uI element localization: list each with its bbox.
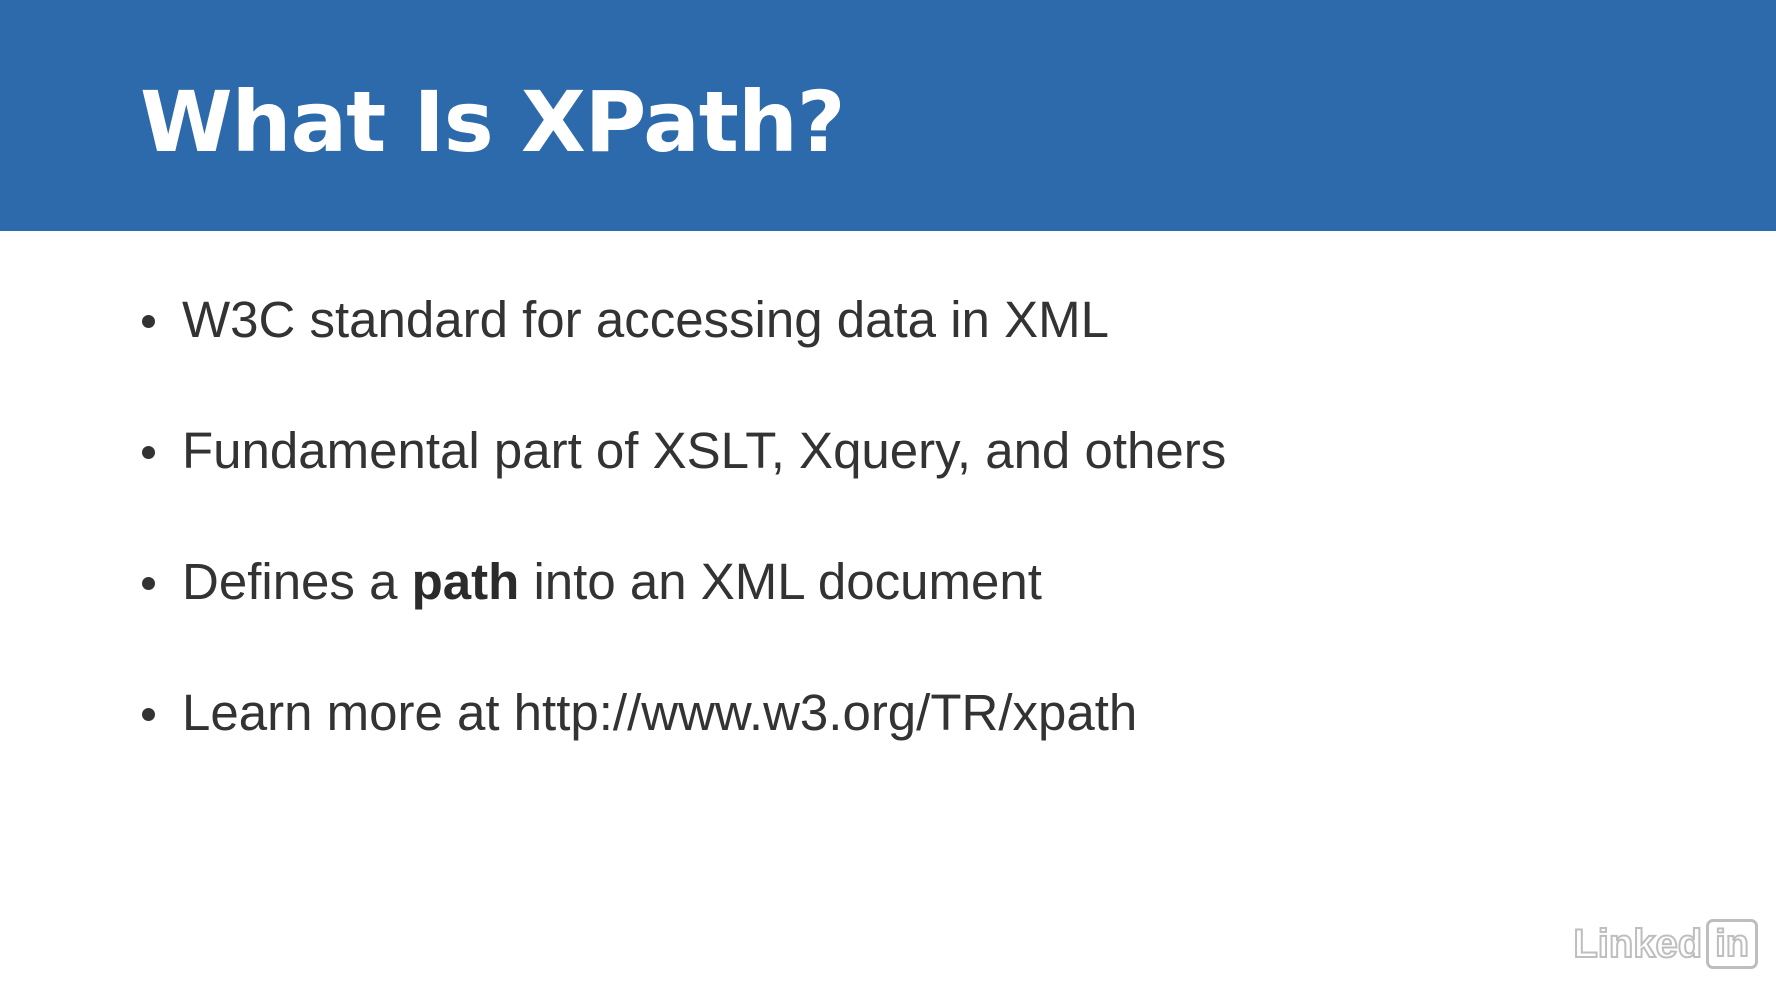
logo-box: in bbox=[1706, 919, 1758, 969]
bullet-item: Defines a path into an XML document bbox=[140, 545, 1226, 676]
slide-title: What Is XPath? bbox=[140, 73, 845, 171]
logo-word: Linked bbox=[1572, 921, 1703, 967]
bullet-text-emphasis: path bbox=[411, 553, 520, 610]
linkedin-logo: Linked in bbox=[1572, 919, 1758, 969]
bullet-text-before: Defines a bbox=[182, 553, 412, 610]
bullet-icon bbox=[142, 446, 155, 459]
bullet-icon bbox=[142, 577, 155, 590]
title-band: What Is XPath? bbox=[0, 0, 1776, 231]
slide: What Is XPath? W3C standard for accessin… bbox=[0, 0, 1776, 986]
bullet-text: Learn more at http://www.w3.org/TR/xpath bbox=[182, 684, 1138, 741]
bullet-text-after: into an XML document bbox=[519, 553, 1042, 610]
bullet-list: W3C standard for accessing data in XML F… bbox=[140, 283, 1226, 807]
bullet-item: Learn more at http://www.w3.org/TR/xpath bbox=[140, 676, 1226, 807]
bullet-text: W3C standard for accessing data in XML bbox=[182, 291, 1109, 348]
bullet-text: Fundamental part of XSLT, Xquery, and ot… bbox=[182, 422, 1227, 479]
bullet-item: Fundamental part of XSLT, Xquery, and ot… bbox=[140, 414, 1226, 545]
bullet-icon bbox=[142, 315, 155, 328]
bullet-item: W3C standard for accessing data in XML bbox=[140, 283, 1226, 414]
bullet-icon bbox=[142, 708, 155, 721]
